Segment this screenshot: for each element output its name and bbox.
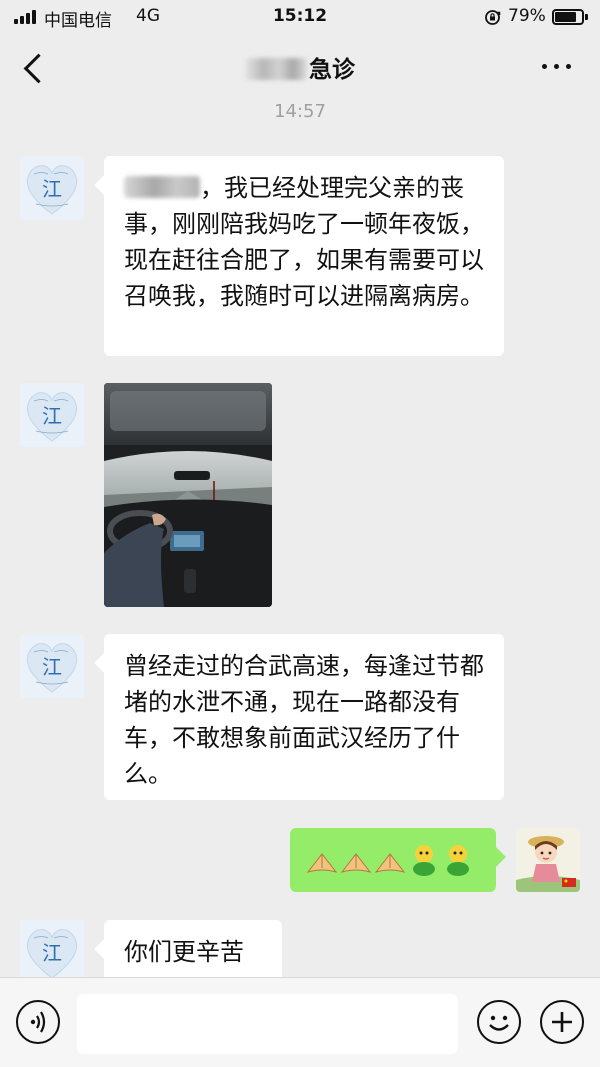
emoji-row bbox=[306, 845, 469, 876]
battery-icon bbox=[552, 9, 584, 25]
photo-message[interactable] bbox=[104, 383, 272, 607]
battery-level-fill bbox=[555, 12, 576, 22]
message-input[interactable] bbox=[77, 994, 458, 1054]
message-text-5: 你们更辛苦 bbox=[124, 938, 244, 966]
avatar-glyph: 江 bbox=[42, 655, 62, 679]
contact-avatar[interactable]: 江 bbox=[20, 156, 84, 220]
salute-hands-icon bbox=[340, 853, 372, 873]
heart-logo-icon: 江 bbox=[20, 634, 84, 698]
smiley-icon bbox=[489, 1015, 509, 1031]
contact-avatar[interactable]: 江 bbox=[20, 383, 84, 447]
redacted-name bbox=[124, 176, 200, 198]
emoji-button[interactable] bbox=[477, 1000, 521, 1044]
message-bubble-3[interactable]: 曾经走过的合武高速，每逢过节都堵的水泄不通，现在一路都没有车，不敢想象前面武汉经… bbox=[104, 634, 504, 800]
green-bean-sprite-icon bbox=[447, 845, 469, 876]
contact-avatar[interactable]: 江 bbox=[20, 920, 84, 984]
message-bubble-1[interactable]: ，我已经处理完父亲的丧事，刚刚陪我妈吃了一顿年夜饭，现在赶往合肥了，如果有需要可… bbox=[104, 156, 504, 356]
chat-title-text: 急诊 bbox=[309, 57, 355, 83]
message-bubble-5[interactable]: 你们更辛苦 bbox=[104, 920, 282, 984]
redacted-name bbox=[245, 58, 307, 80]
heart-logo-icon: 江 bbox=[20, 383, 84, 447]
heart-logo-icon: 江 bbox=[20, 156, 84, 220]
heart-logo-icon: 江 bbox=[20, 920, 84, 984]
avatar-glyph: 江 bbox=[42, 941, 62, 965]
more-actions-button[interactable] bbox=[540, 1000, 584, 1044]
chat-timestamp: 14:57 bbox=[274, 101, 326, 122]
status-bar: 中国电信 4G 15:12 79% bbox=[0, 0, 600, 34]
outgoing-emoji-bubble[interactable] bbox=[290, 828, 496, 892]
battery-percent: 79% bbox=[508, 6, 546, 26]
driving-photo bbox=[104, 383, 272, 607]
more-button[interactable] bbox=[540, 60, 574, 74]
my-avatar[interactable] bbox=[516, 828, 580, 892]
chat-header: 急诊 bbox=[0, 34, 600, 102]
green-bean-sprite-icon bbox=[413, 845, 435, 876]
message-text-3: 曾经走过的合武高速，每逢过节都堵的水泄不通，现在一路都没有车，不敢想象前面武汉经… bbox=[124, 652, 484, 788]
salute-hands-icon bbox=[374, 853, 406, 873]
chat-title: 急诊 bbox=[0, 50, 600, 84]
plus-icon bbox=[552, 1012, 572, 1032]
avatar-glyph: 江 bbox=[42, 177, 62, 201]
contact-avatar[interactable]: 江 bbox=[20, 634, 84, 698]
voice-button[interactable] bbox=[16, 1000, 60, 1044]
avatar-glyph: 江 bbox=[42, 404, 62, 428]
voice-icon bbox=[30, 1011, 46, 1033]
cartoon-girl-avatar bbox=[516, 828, 580, 892]
battery-cap bbox=[585, 14, 588, 20]
salute-hands-icon bbox=[306, 853, 338, 873]
input-bar bbox=[0, 977, 600, 1067]
orientation-lock-icon bbox=[485, 10, 501, 25]
